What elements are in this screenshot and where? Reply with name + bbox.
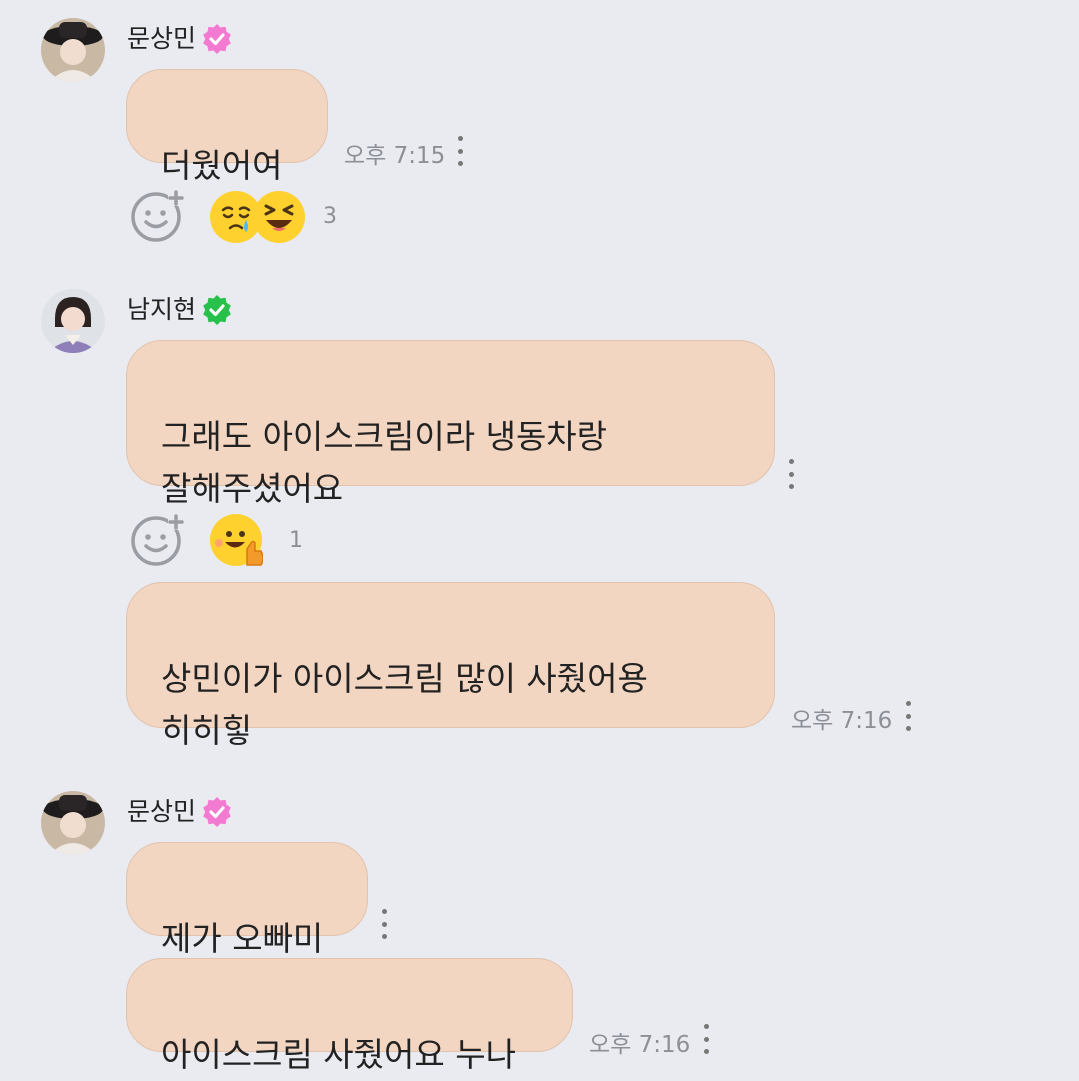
reaction-count: 3 [323,204,337,229]
sender-name: 문상민 [127,24,232,54]
add-reaction-icon[interactable] [130,189,184,243]
verified-badge-icon [203,797,231,827]
message-bubble[interactable]: 더웠어여 [126,69,328,185]
timestamp: 오후 7:16 [589,1032,691,1058]
add-reaction-icon[interactable] [130,513,184,567]
timestamp: 오후 7:16 [791,708,893,734]
message-bubble[interactable]: 상민이가 아이스크림 많이 사줬어용 히히힣 [126,582,775,750]
more-options-icon[interactable] [903,701,913,731]
avatar[interactable] [41,791,105,855]
thumbs-up-face-icon[interactable] [209,513,263,567]
avatar[interactable] [41,289,105,353]
sender-name: 남지현 [127,295,232,325]
message-bubble[interactable]: 제가 오빠미 [126,842,368,958]
message-bubble[interactable]: 아이스크림 사줬어요 누나 [126,958,573,1074]
avatar[interactable] [41,18,105,82]
verified-badge-icon [203,295,231,325]
more-options-icon[interactable] [701,1024,711,1054]
timestamp: 오후 7:15 [344,143,446,169]
verified-badge-icon [203,24,231,54]
reaction-count: 1 [289,528,303,553]
message-bubble[interactable]: 그래도 아이스크림이라 냉동차랑 잘해주셨어요 [126,340,775,508]
sender-name: 문상민 [127,797,232,827]
more-options-icon[interactable] [379,909,389,939]
more-options-icon[interactable] [455,136,465,166]
crying-face-icon[interactable] [209,190,263,244]
more-options-icon[interactable] [786,459,796,489]
